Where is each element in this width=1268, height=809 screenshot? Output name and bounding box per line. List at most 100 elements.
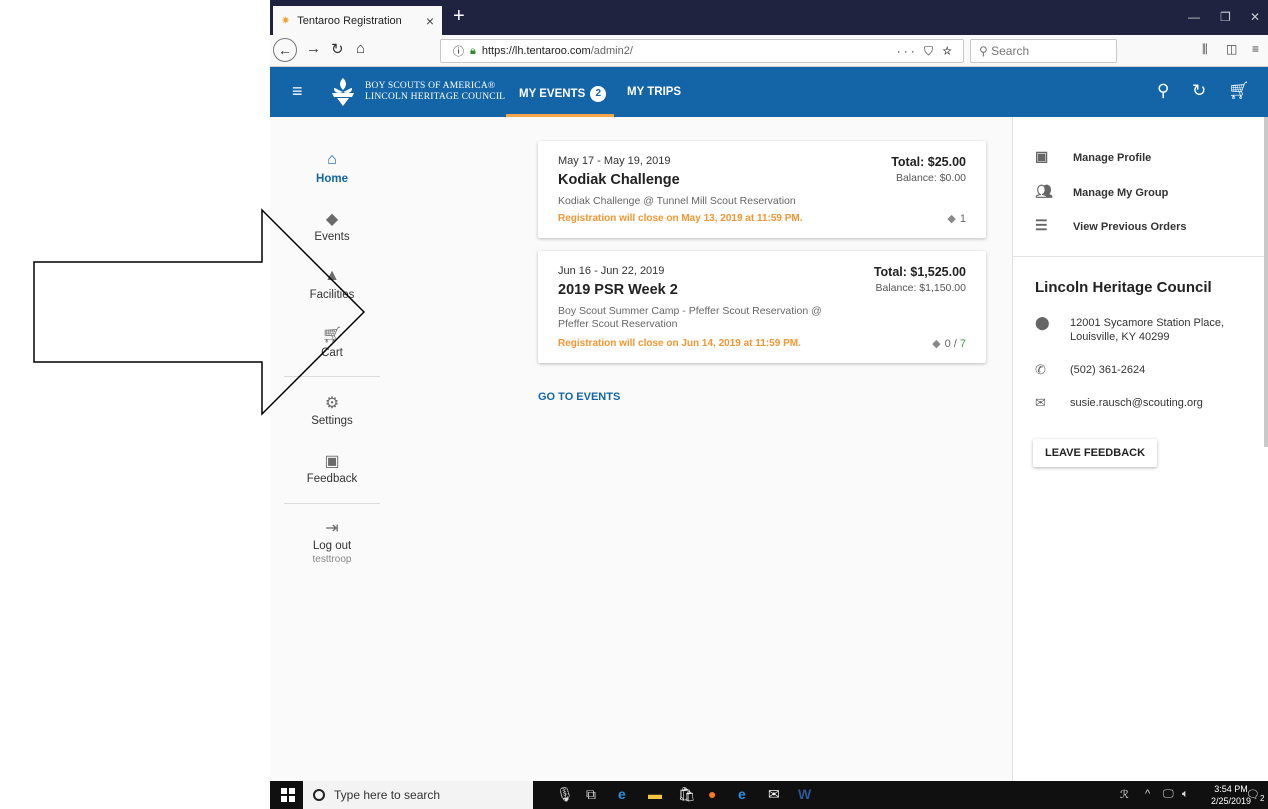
tray-chevron-icon[interactable]: ^ — [1145, 788, 1150, 800]
sidebar-item-label: Log out — [312, 540, 352, 552]
search-icon[interactable]: ⚲ — [1157, 81, 1169, 101]
event-card-psr-week-2[interactable]: Jun 16 - Jun 22, 2019 2019 PSR Week 2 Bo… — [538, 251, 986, 363]
taskbar-search-input[interactable]: Type here to search — [303, 781, 533, 809]
address-line2: Louisville, KY 40299 — [1070, 331, 1170, 343]
sidebar-item-cart[interactable]: 🛒︎ Cart — [270, 325, 394, 359]
word-icon[interactable]: W — [798, 786, 811, 802]
email-icon: ✉ — [1035, 395, 1046, 410]
my-events-count-badge: 2 — [590, 86, 607, 102]
phone-number[interactable]: (502) 361-2624 — [1070, 363, 1145, 377]
event-balance: Balance: $0.00 — [895, 172, 966, 184]
profile-badge-icon: ▣ — [1035, 148, 1049, 164]
registration-close-notice: Registration will close on May 13, 2019 … — [558, 213, 803, 224]
email-address[interactable]: susie.rausch@scouting.org — [1070, 396, 1203, 410]
volume-icon[interactable]: 🔈︎ — [1182, 788, 1189, 801]
notifications-icon[interactable]: 🗨︎2 — [1246, 788, 1264, 803]
browser-toolbar: ← → ↻ ⌂ ⓘ 🔒︎ https://lh.tentaroo.com /ad… — [270, 35, 1268, 67]
screen: ✷ Tentaroo Registration × + — ❐ ✕ ← → ↻ … — [0, 0, 1268, 809]
council-email: ✉ susie.rausch@scouting.org — [1035, 396, 1203, 410]
people-icon[interactable]: ℛ — [1120, 788, 1129, 801]
ticket-count: ◆ 0 / 7 — [932, 337, 966, 350]
sidebar-item-home[interactable]: ⌂ Home — [270, 151, 394, 185]
store-icon[interactable]: 🛍︎ — [678, 786, 696, 803]
council-phone: ✆ (502) 361-2624 — [1035, 363, 1145, 377]
ticket-count-registered: 0 — [944, 338, 951, 350]
tab-tentaroo[interactable]: ✷ Tentaroo Registration × — [273, 6, 442, 35]
home-icon: ⌂ — [327, 151, 337, 168]
tab-my-trips[interactable]: MY TRIPS — [627, 86, 681, 98]
mail-icon[interactable]: ✉ — [768, 786, 780, 803]
previous-orders-link[interactable]: ☰ View Previous Orders — [1035, 217, 1187, 234]
manage-profile-label: Manage Profile — [1073, 152, 1152, 164]
menu-icon[interactable]: ≡ — [1252, 42, 1259, 56]
tab-close-icon[interactable]: × — [426, 13, 434, 29]
page-actions-icon[interactable]: ··· ⛉ ☆ — [897, 44, 955, 59]
restore-icon[interactable]: ❐ — [1220, 10, 1231, 24]
org-name-line1: BOY SCOUTS OF AMERICA® — [365, 81, 496, 91]
logout-icon: ⇥ — [325, 520, 339, 537]
info-icon[interactable]: ⓘ — [453, 43, 464, 59]
close-window-icon[interactable]: ✕ — [1250, 10, 1260, 24]
group-icon: 👥︎ — [1035, 183, 1053, 199]
manage-group-link[interactable]: 👥︎ Manage My Group — [1035, 183, 1168, 200]
event-name: 2019 PSR Week 2 — [558, 282, 678, 298]
file-explorer-icon[interactable]: ▬ — [648, 786, 662, 802]
home-browser-icon[interactable]: ⌂ — [356, 40, 365, 57]
council-name: Lincoln Heritage Council — [1035, 279, 1212, 296]
org-name: BOY SCOUTS OF AMERICA® LINCOLN HERITAGE … — [365, 81, 505, 103]
windows-start-icon[interactable] — [281, 788, 295, 802]
location-pin-icon: ⬤ — [1035, 315, 1050, 330]
sidebar-toggle-icon[interactable]: ◫ — [1226, 42, 1237, 56]
browser-search-input[interactable]: ⚲ Search — [970, 39, 1117, 63]
refresh-icon[interactable]: ↻ — [1192, 81, 1206, 101]
scrollbar[interactable] — [1264, 117, 1268, 447]
tent-icon: ▲ — [324, 267, 340, 284]
feedback-icon: ▣ — [324, 453, 340, 470]
lock-icon: 🔒︎ — [470, 44, 476, 57]
url-host: https://lh.tentaroo.com — [481, 45, 591, 57]
edge-icon[interactable]: e — [618, 786, 626, 802]
gear-icon: ⚙ — [324, 395, 340, 412]
previous-orders-label: View Previous Orders — [1073, 221, 1187, 233]
forward-icon[interactable]: → — [306, 40, 321, 57]
panel-divider — [1013, 256, 1268, 257]
sidebar-item-label: Feedback — [306, 473, 358, 485]
tab-my-events[interactable]: MY EVENTS 2 — [519, 86, 607, 102]
tickets-icon: ◆ — [325, 211, 339, 228]
event-date: Jun 16 - Jun 22, 2019 — [558, 265, 665, 277]
list-icon: ☰ — [1035, 217, 1048, 233]
library-icon[interactable]: ⫼ — [1202, 42, 1208, 57]
event-card-kodiak[interactable]: May 17 - May 19, 2019 Kodiak Challenge K… — [538, 141, 986, 238]
sidebar-item-logout[interactable]: ⇥ Log out testtroop — [270, 518, 394, 565]
firefox-icon[interactable]: ● — [708, 786, 716, 802]
back-icon[interactable]: ← — [273, 38, 297, 62]
network-icon[interactable]: 🖵︎ — [1163, 788, 1174, 801]
sidebar-divider — [284, 503, 380, 504]
task-view-icon[interactable]: ⧉ — [586, 786, 596, 803]
sidebar-item-facilities[interactable]: ▲ Facilities — [270, 267, 394, 301]
manage-group-label: Manage My Group — [1073, 187, 1169, 199]
tab-title: Tentaroo Registration — [297, 14, 402, 27]
leave-feedback-button[interactable]: LEAVE FEEDBACK — [1033, 439, 1158, 467]
manage-profile-link[interactable]: ▣ Manage Profile — [1035, 148, 1151, 165]
address-bar[interactable]: ⓘ 🔒︎ https://lh.tentaroo.com /admin2/ ··… — [440, 39, 964, 63]
go-to-events-link[interactable]: GO TO EVENTS — [538, 391, 620, 403]
cart-icon: 🛒︎ — [321, 327, 343, 344]
address-line1: 12001 Sycamore Station Place, — [1070, 317, 1225, 329]
minimize-icon[interactable]: — — [1188, 10, 1200, 24]
hamburger-menu-icon[interactable]: ≡ — [292, 81, 303, 102]
right-panel: ▣ Manage Profile 👥︎ Manage My Group ☰ View … — [1012, 117, 1268, 781]
sidebar-item-events[interactable]: ◆ Events — [270, 209, 394, 243]
sidebar-item-feedback[interactable]: ▣ Feedback — [270, 451, 394, 485]
new-tab-button[interactable]: + — [453, 5, 465, 28]
reload-icon[interactable]: ↻ — [331, 40, 344, 58]
taskbar: Type here to search 🎙︎ ⧉ e ▬ 🛍︎ ● e ✉ W … — [270, 781, 1268, 809]
taskbar-search-placeholder: Type here to search — [334, 788, 441, 802]
registration-close-notice: Registration will close on Jun 14, 2019 … — [558, 338, 801, 349]
internet-explorer-icon[interactable]: e — [738, 786, 746, 802]
sidebar-item-settings[interactable]: ⚙ Settings — [270, 393, 394, 427]
search-magnifier-icon: ⚲ — [979, 44, 992, 58]
tab-bar: ✷ Tentaroo Registration × + — ❐ ✕ — [270, 0, 1268, 35]
cart-header-icon[interactable]: 🛒︎ — [1228, 81, 1250, 101]
microphone-icon[interactable]: 🎙︎ — [556, 786, 574, 803]
